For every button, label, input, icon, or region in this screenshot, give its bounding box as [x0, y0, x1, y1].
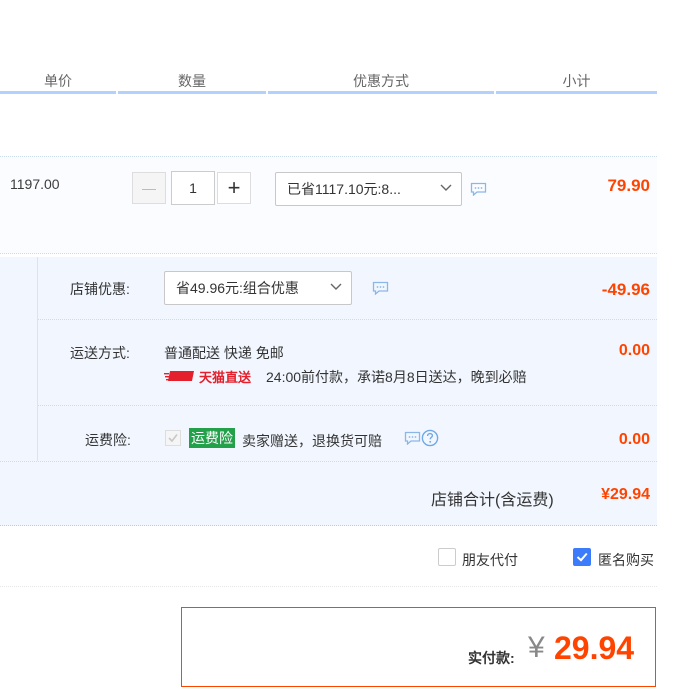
anonymous-label[interactable]: 匿名购买: [598, 550, 654, 570]
item-discount-select[interactable]: 已省1117.10元:8...: [275, 172, 462, 206]
row-divider: [0, 461, 657, 463]
check-icon: [576, 552, 588, 562]
header-underline: [118, 91, 266, 94]
tmall-delivery-icon: [164, 371, 194, 381]
chevron-down-icon: [330, 283, 342, 290]
row-divider: [38, 319, 657, 321]
options-divider: [0, 586, 657, 588]
row-divider: [38, 405, 657, 407]
plus-symbol: +: [227, 175, 241, 200]
shop-discount-value-text: 省49.96元:组合优惠: [176, 280, 299, 296]
shop-discount-amount: -49.96: [601, 280, 650, 299]
column-header-unit-price: 单价: [44, 73, 72, 89]
payment-label: 实付款:: [468, 650, 515, 666]
header-underline: [0, 91, 116, 94]
chevron-down-icon: [440, 184, 452, 191]
anonymous-checkbox[interactable]: [573, 548, 591, 566]
item-subtotal: 79.90: [607, 176, 650, 195]
insurance-description: 卖家赠送，退换货可赔: [242, 433, 382, 449]
column-header-subtotal: 小计: [562, 73, 591, 89]
shop-discount-select[interactable]: 省49.96元:组合优惠: [164, 271, 352, 305]
help-icon[interactable]: [421, 429, 439, 447]
check-icon: [168, 434, 178, 443]
chat-icon[interactable]: [404, 431, 421, 445]
quantity-input[interactable]: 1: [171, 171, 215, 205]
payment-amount: 29.94: [554, 630, 635, 666]
delivery-promise: 24:00前付款，承诺8月8日送达，晚到必赔: [266, 369, 527, 385]
shop-section-divider: [37, 257, 38, 461]
header-underline: [268, 91, 494, 94]
insurance-checkbox[interactable]: [165, 430, 181, 446]
tmall-direct-badge: 天猫直送: [199, 370, 252, 385]
friend-pay-label[interactable]: 朋友代付: [462, 550, 518, 570]
quantity-decrease-button[interactable]: —: [132, 172, 166, 204]
shop-total-amount: ¥29.94: [601, 486, 650, 503]
chat-icon[interactable]: [470, 182, 487, 196]
shipping-method: 普通配送 快递 免邮: [164, 345, 284, 361]
shop-total-label: 店铺合计(含运费): [431, 492, 554, 509]
shipping-label: 运送方式:: [70, 345, 130, 361]
item-discount-value: 已省1117.10元:8...: [287, 181, 401, 197]
minus-symbol: —: [142, 180, 156, 196]
header-underline: [496, 91, 657, 94]
insurance-label: 运费险:: [85, 432, 131, 448]
quantity-increase-button[interactable]: +: [217, 172, 251, 204]
shipping-fee: 0.00: [618, 342, 650, 359]
column-header-quantity: 数量: [178, 73, 206, 89]
column-header-discount: 优惠方式: [353, 73, 409, 89]
unit-price: 1197.00: [10, 176, 60, 192]
currency-symbol: ¥: [528, 631, 545, 664]
shop-discount-label: 店铺优惠:: [70, 281, 130, 297]
chat-icon[interactable]: [372, 281, 389, 295]
insurance-fee: 0.00: [618, 431, 650, 448]
friend-pay-checkbox[interactable]: [438, 548, 456, 566]
insurance-tag: 运费险: [189, 428, 235, 448]
